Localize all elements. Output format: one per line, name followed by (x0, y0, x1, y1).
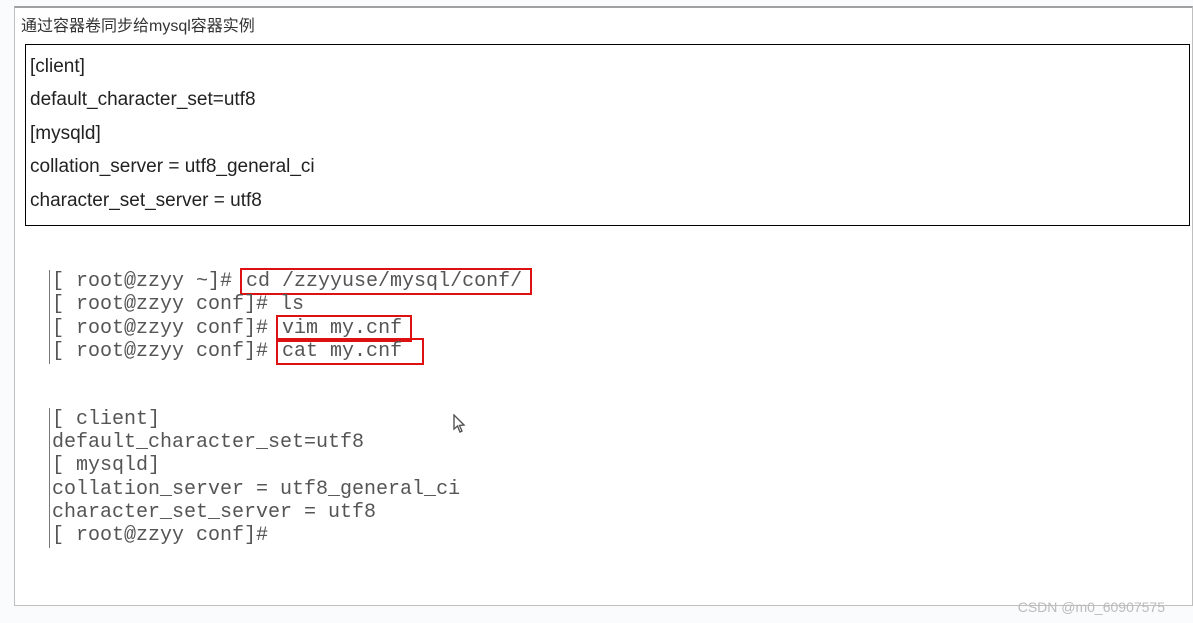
command: ls (280, 293, 304, 316)
terminal-line: [ root@zzyy conf]# cat my.cnf (49, 340, 1192, 363)
prompt: [ root@zzyy ~]# (52, 270, 244, 293)
output-line: collation_server = utf8_general_ci (49, 478, 1192, 501)
output-line: [ client] (49, 408, 1192, 431)
config-line: character_set_server = utf8 (30, 186, 1185, 216)
highlighted-command: cat my.cnf (276, 338, 424, 365)
prompt: [ root@zzyy conf]# (52, 340, 280, 363)
output-line: default_character_set=utf8 (49, 431, 1192, 454)
prompt: [ root@zzyy conf]# (52, 317, 280, 340)
output-line: [ root@zzyy conf]# (49, 524, 1192, 547)
config-line: default_character_set=utf8 (30, 85, 1185, 115)
config-box: [client] default_character_set=utf8 [mys… (25, 44, 1190, 226)
config-line: [client] (30, 52, 1185, 82)
section-title: 通过容器卷同步给mysql容器实例 (15, 8, 1192, 42)
output-line: [ mysqld] (49, 454, 1192, 477)
terminal-commands: [ root@zzyy ~]# cd /zzyyuse/mysql/conf/ … (49, 270, 1192, 364)
terminal-line: [ root@zzyy ~]# cd /zzyyuse/mysql/conf/ (49, 270, 1192, 293)
highlighted-command: cd /zzyyuse/mysql/conf/ (240, 268, 532, 295)
terminal-line: [ root@zzyy conf]# ls (49, 293, 1192, 316)
watermark: CSDN @m0_60907575 (1018, 599, 1165, 615)
document-frame: 通过容器卷同步给mysql容器实例 [client] default_chara… (14, 6, 1193, 606)
config-line: collation_server = utf8_general_ci (30, 152, 1185, 182)
config-line: [mysqld] (30, 119, 1185, 149)
terminal-output: [ client] default_character_set=utf8 [ m… (49, 408, 1192, 548)
output-line: character_set_server = utf8 (49, 501, 1192, 524)
prompt: [ root@zzyy conf]# (52, 293, 280, 316)
terminal-line: [ root@zzyy conf]# vim my.cnf (49, 317, 1192, 340)
